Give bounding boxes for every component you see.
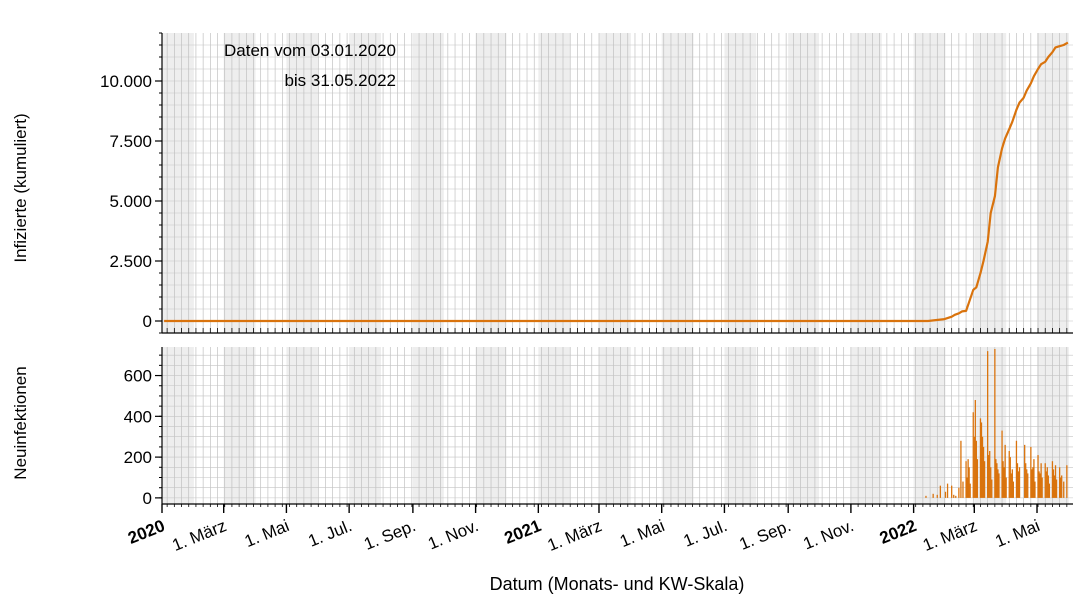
bottom-y-tick-label: 400 bbox=[124, 407, 152, 426]
month-band bbox=[788, 347, 820, 504]
chart-svg: 02.5005.0007.50010.00002004006002020 1. M… bbox=[11, 32, 1073, 594]
year-tick-label: 2021 bbox=[502, 516, 544, 548]
month-band bbox=[724, 347, 757, 504]
month-tick-label: 1. Mai bbox=[617, 516, 667, 551]
bottom-y-tick-label: 0 bbox=[143, 489, 152, 508]
x-axis-title: Datum (Monats- und KW-Skala) bbox=[490, 574, 745, 594]
month-tick-label: 1. Sep. bbox=[737, 516, 794, 554]
month-band bbox=[724, 33, 757, 333]
month-tick-label: 1. März bbox=[920, 516, 980, 555]
month-tick-label: 1. Mai bbox=[992, 516, 1042, 551]
month-tick-label: 1. Jul. bbox=[305, 516, 354, 551]
month-tick-label: 1. März bbox=[545, 516, 605, 555]
top-y-tick-label: 7.500 bbox=[109, 132, 152, 151]
month-band bbox=[286, 347, 319, 504]
month-band bbox=[412, 33, 444, 333]
month-tick-label: 1. Sep. bbox=[361, 516, 418, 554]
annotation-line2: bis 31.05.2022 bbox=[284, 71, 396, 90]
month-tick-label: 1. Nov. bbox=[425, 516, 481, 553]
month-tick-label: 1. März bbox=[170, 516, 230, 555]
month-band bbox=[661, 33, 694, 333]
month-band bbox=[913, 33, 946, 333]
top-y-tick-label: 0 bbox=[143, 312, 152, 331]
month-band bbox=[788, 33, 820, 333]
top-y-tick-label: 2.500 bbox=[109, 252, 152, 271]
bottom-panel-background bbox=[162, 347, 1073, 504]
month-band bbox=[412, 347, 444, 504]
bottom-y-tick-label: 200 bbox=[124, 448, 152, 467]
year-tick-label: 2022 bbox=[877, 516, 919, 548]
month-band bbox=[913, 347, 946, 504]
month-band bbox=[223, 347, 256, 504]
month-band bbox=[162, 33, 194, 333]
year-tick-label: 2020 bbox=[125, 516, 167, 548]
month-band bbox=[850, 33, 882, 333]
top-ylabel: Infizierte (kumuliert) bbox=[11, 113, 30, 262]
month-tick-label: 1. Nov. bbox=[801, 516, 857, 553]
month-band bbox=[349, 347, 382, 504]
month-band bbox=[974, 33, 1007, 333]
top-y-tick-label: 5.000 bbox=[109, 192, 152, 211]
month-tick-label: 1. Jul. bbox=[681, 516, 730, 551]
month-band bbox=[538, 33, 571, 333]
month-band bbox=[538, 347, 571, 504]
month-band bbox=[850, 347, 882, 504]
annotation-line1: Daten vom 03.01.2020 bbox=[224, 41, 396, 60]
bottom-ylabel: Neuinfektionen bbox=[11, 366, 30, 479]
month-band bbox=[1037, 33, 1069, 333]
month-band bbox=[223, 33, 256, 333]
month-tick-label: 1. Mai bbox=[242, 516, 292, 551]
month-band bbox=[162, 347, 194, 504]
month-band bbox=[598, 347, 631, 504]
bottom-y-tick-label: 600 bbox=[124, 367, 152, 386]
month-band bbox=[598, 33, 631, 333]
month-band bbox=[661, 347, 694, 504]
top-y-tick-label: 10.000 bbox=[100, 72, 152, 91]
